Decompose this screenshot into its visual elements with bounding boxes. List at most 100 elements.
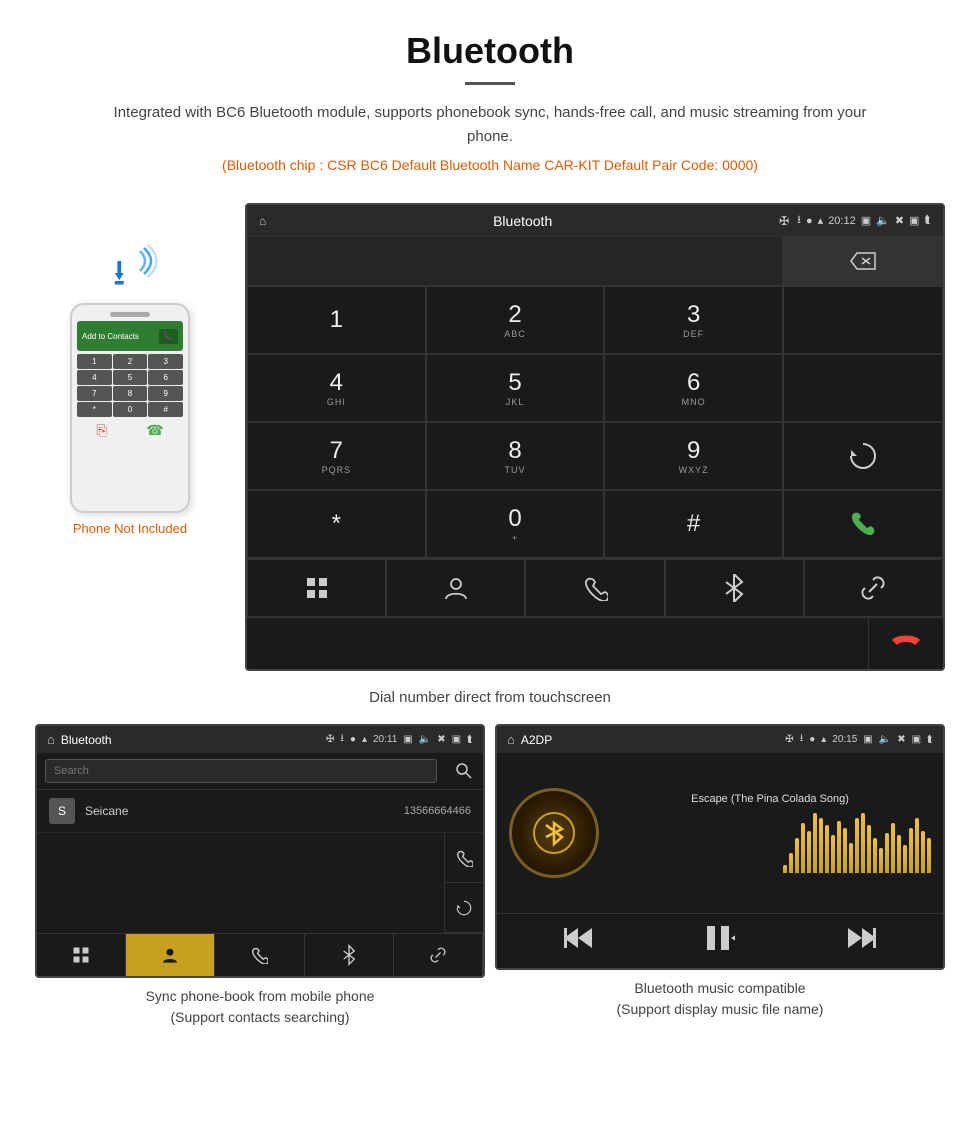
pb-phone-btn[interactable] (215, 934, 304, 976)
key-5-sub: JKL (506, 397, 525, 407)
eq-bar (903, 845, 907, 873)
pb-empty-area (37, 833, 444, 933)
pb-location-icon: ● (350, 734, 356, 745)
pb-phone-side-btn[interactable] (445, 833, 483, 883)
backspace-button[interactable] (783, 236, 943, 286)
camera-icon[interactable]: ▣ (861, 214, 871, 227)
bluetooth-button[interactable] (665, 559, 804, 617)
dial-input-display (247, 236, 783, 286)
back-icon[interactable]: ⮬ (924, 214, 931, 227)
eq-bar (795, 838, 799, 873)
pb-grid-btn[interactable] (37, 934, 126, 976)
header-specs: (Bluetooth chip : CSR BC6 Default Blueto… (20, 157, 960, 173)
pb-link-btn[interactable] (394, 934, 483, 976)
pb-home-icon[interactable]: ⌂ (47, 732, 55, 747)
pb-bt-icon: ⭳ (340, 731, 344, 748)
pb-link-icon (429, 946, 447, 964)
pb-cam-icon[interactable]: ▣ (403, 734, 412, 745)
key-0-sub: + (512, 533, 518, 543)
call-answer-button[interactable] (783, 490, 943, 558)
phone-button[interactable] (525, 559, 664, 617)
status-icons: ⭳ ● ▴ 20:12 ▣ 🔈 ✖ ▣ ⮬ (797, 211, 931, 230)
link-button[interactable] (804, 559, 943, 617)
eq-bar (921, 831, 925, 873)
search-input[interactable] (45, 759, 437, 783)
phone-key-6: 6 (148, 370, 183, 385)
pb-refresh-side-btn[interactable] (445, 883, 483, 933)
phonebook-caption-line2: (Support contacts searching) (171, 1009, 350, 1025)
grid-icon (305, 576, 329, 600)
dialpad-status-bar: ⌂ Bluetooth ✠ ⭳ ● ▴ 20:12 ▣ 🔈 ✖ ▣ ⮬ (247, 205, 943, 236)
dial-key-7[interactable]: 7 PQRS (247, 422, 426, 490)
play-pause-icon (705, 924, 735, 952)
dial-key-hash[interactable]: # (604, 490, 783, 558)
phone-end-btn: ⎘ (96, 422, 107, 439)
pb-search-row (37, 753, 445, 790)
page-header: Bluetooth Integrated with BC6 Bluetooth … (0, 0, 980, 203)
dial-key-9[interactable]: 9 WXYZ (604, 422, 783, 490)
eq-bar (801, 823, 805, 873)
music-win-icon[interactable]: ▣ (912, 734, 921, 745)
music-vol-icon[interactable]: 🔈 (879, 734, 891, 745)
window-icon[interactable]: ▣ (909, 214, 919, 227)
usb-icon: ✠ (779, 214, 789, 228)
key-0-num: 0 (508, 505, 521, 533)
answer-call-icon (847, 508, 879, 540)
bluetooth-status-icon: ⭳ (797, 211, 801, 230)
dial-key-star[interactable]: * (247, 490, 426, 558)
eq-bar (927, 838, 931, 873)
pb-vol-icon[interactable]: 🔈 (419, 734, 431, 745)
contact-row[interactable]: S Seicane 13566664466 (37, 790, 483, 833)
search-icon-btn[interactable] (445, 753, 483, 790)
next-track-button[interactable] (848, 926, 876, 956)
dial-key-1[interactable]: 1 (247, 286, 426, 354)
dial-key-8[interactable]: 8 TUV (426, 422, 605, 490)
redial-button[interactable] (783, 422, 943, 490)
pb-phone-dial-icon (250, 946, 268, 964)
music-back-icon[interactable]: ⮬ (927, 734, 933, 745)
volume-icon[interactable]: 🔈 (876, 214, 890, 227)
dial-key-2[interactable]: 2 ABC (426, 286, 605, 354)
close-icon[interactable]: ✖ (895, 214, 904, 227)
dial-key-4[interactable]: 4 GHI (247, 354, 426, 422)
contacts-button[interactable] (386, 559, 525, 617)
music-panel: ⌂ A2DP ✠ ⭳ ● ▴ 20:15 ▣ 🔈 ✖ ▣ ⮬ (490, 724, 950, 1028)
album-art (509, 788, 599, 878)
eq-bar (897, 835, 901, 873)
phone-icon (582, 575, 608, 601)
prev-track-button[interactable] (564, 926, 592, 956)
link-icon (859, 574, 887, 602)
pb-bt-icon (341, 944, 357, 966)
redial-icon (847, 440, 879, 472)
eq-bar (783, 865, 787, 873)
pb-phone-icon (455, 849, 473, 867)
speaker-bar (110, 312, 150, 317)
pb-x-icon[interactable]: ✖ (437, 734, 445, 745)
contact-name: Seicane (85, 804, 394, 818)
grid-view-button[interactable] (247, 559, 386, 617)
dial-right-1 (783, 286, 943, 354)
key-4-num: 4 (330, 369, 343, 397)
dial-key-0[interactable]: 0 + (426, 490, 605, 558)
pb-contacts-btn[interactable] (126, 934, 215, 976)
key-3-sub: DEF (683, 329, 704, 339)
music-home-icon[interactable]: ⌂ (507, 732, 515, 747)
pb-back-icon[interactable]: ⮬ (467, 734, 473, 745)
phone-dialer-grid: 1 2 3 4 5 6 7 8 9 * 0 # (77, 354, 183, 417)
pb-status-bar: ⌂ Bluetooth ✠ ⭳ ● ▴ 20:11 ▣ 🔈 ✖ ▣ ⮬ (37, 726, 483, 753)
dial-key-6[interactable]: 6 MNO (604, 354, 783, 422)
dial-key-5[interactable]: 5 JKL (426, 354, 605, 422)
dial-key-3[interactable]: 3 DEF (604, 286, 783, 354)
music-caption-line1: Bluetooth music compatible (634, 980, 805, 996)
eq-bar (873, 838, 877, 873)
end-call-button[interactable] (868, 618, 943, 669)
play-pause-button[interactable] (705, 924, 735, 958)
pb-win-icon[interactable]: ▣ (452, 734, 461, 745)
music-x-icon[interactable]: ✖ (897, 734, 905, 745)
pb-usb-icon: ✠ (326, 734, 334, 745)
pb-bt-btn[interactable] (305, 934, 394, 976)
music-main-area: Escape (The Pina Colada Song) (497, 753, 943, 913)
music-cam-icon[interactable]: ▣ (863, 734, 872, 745)
pb-bottom-bar (37, 933, 483, 976)
home-icon[interactable]: ⌂ (259, 214, 266, 228)
